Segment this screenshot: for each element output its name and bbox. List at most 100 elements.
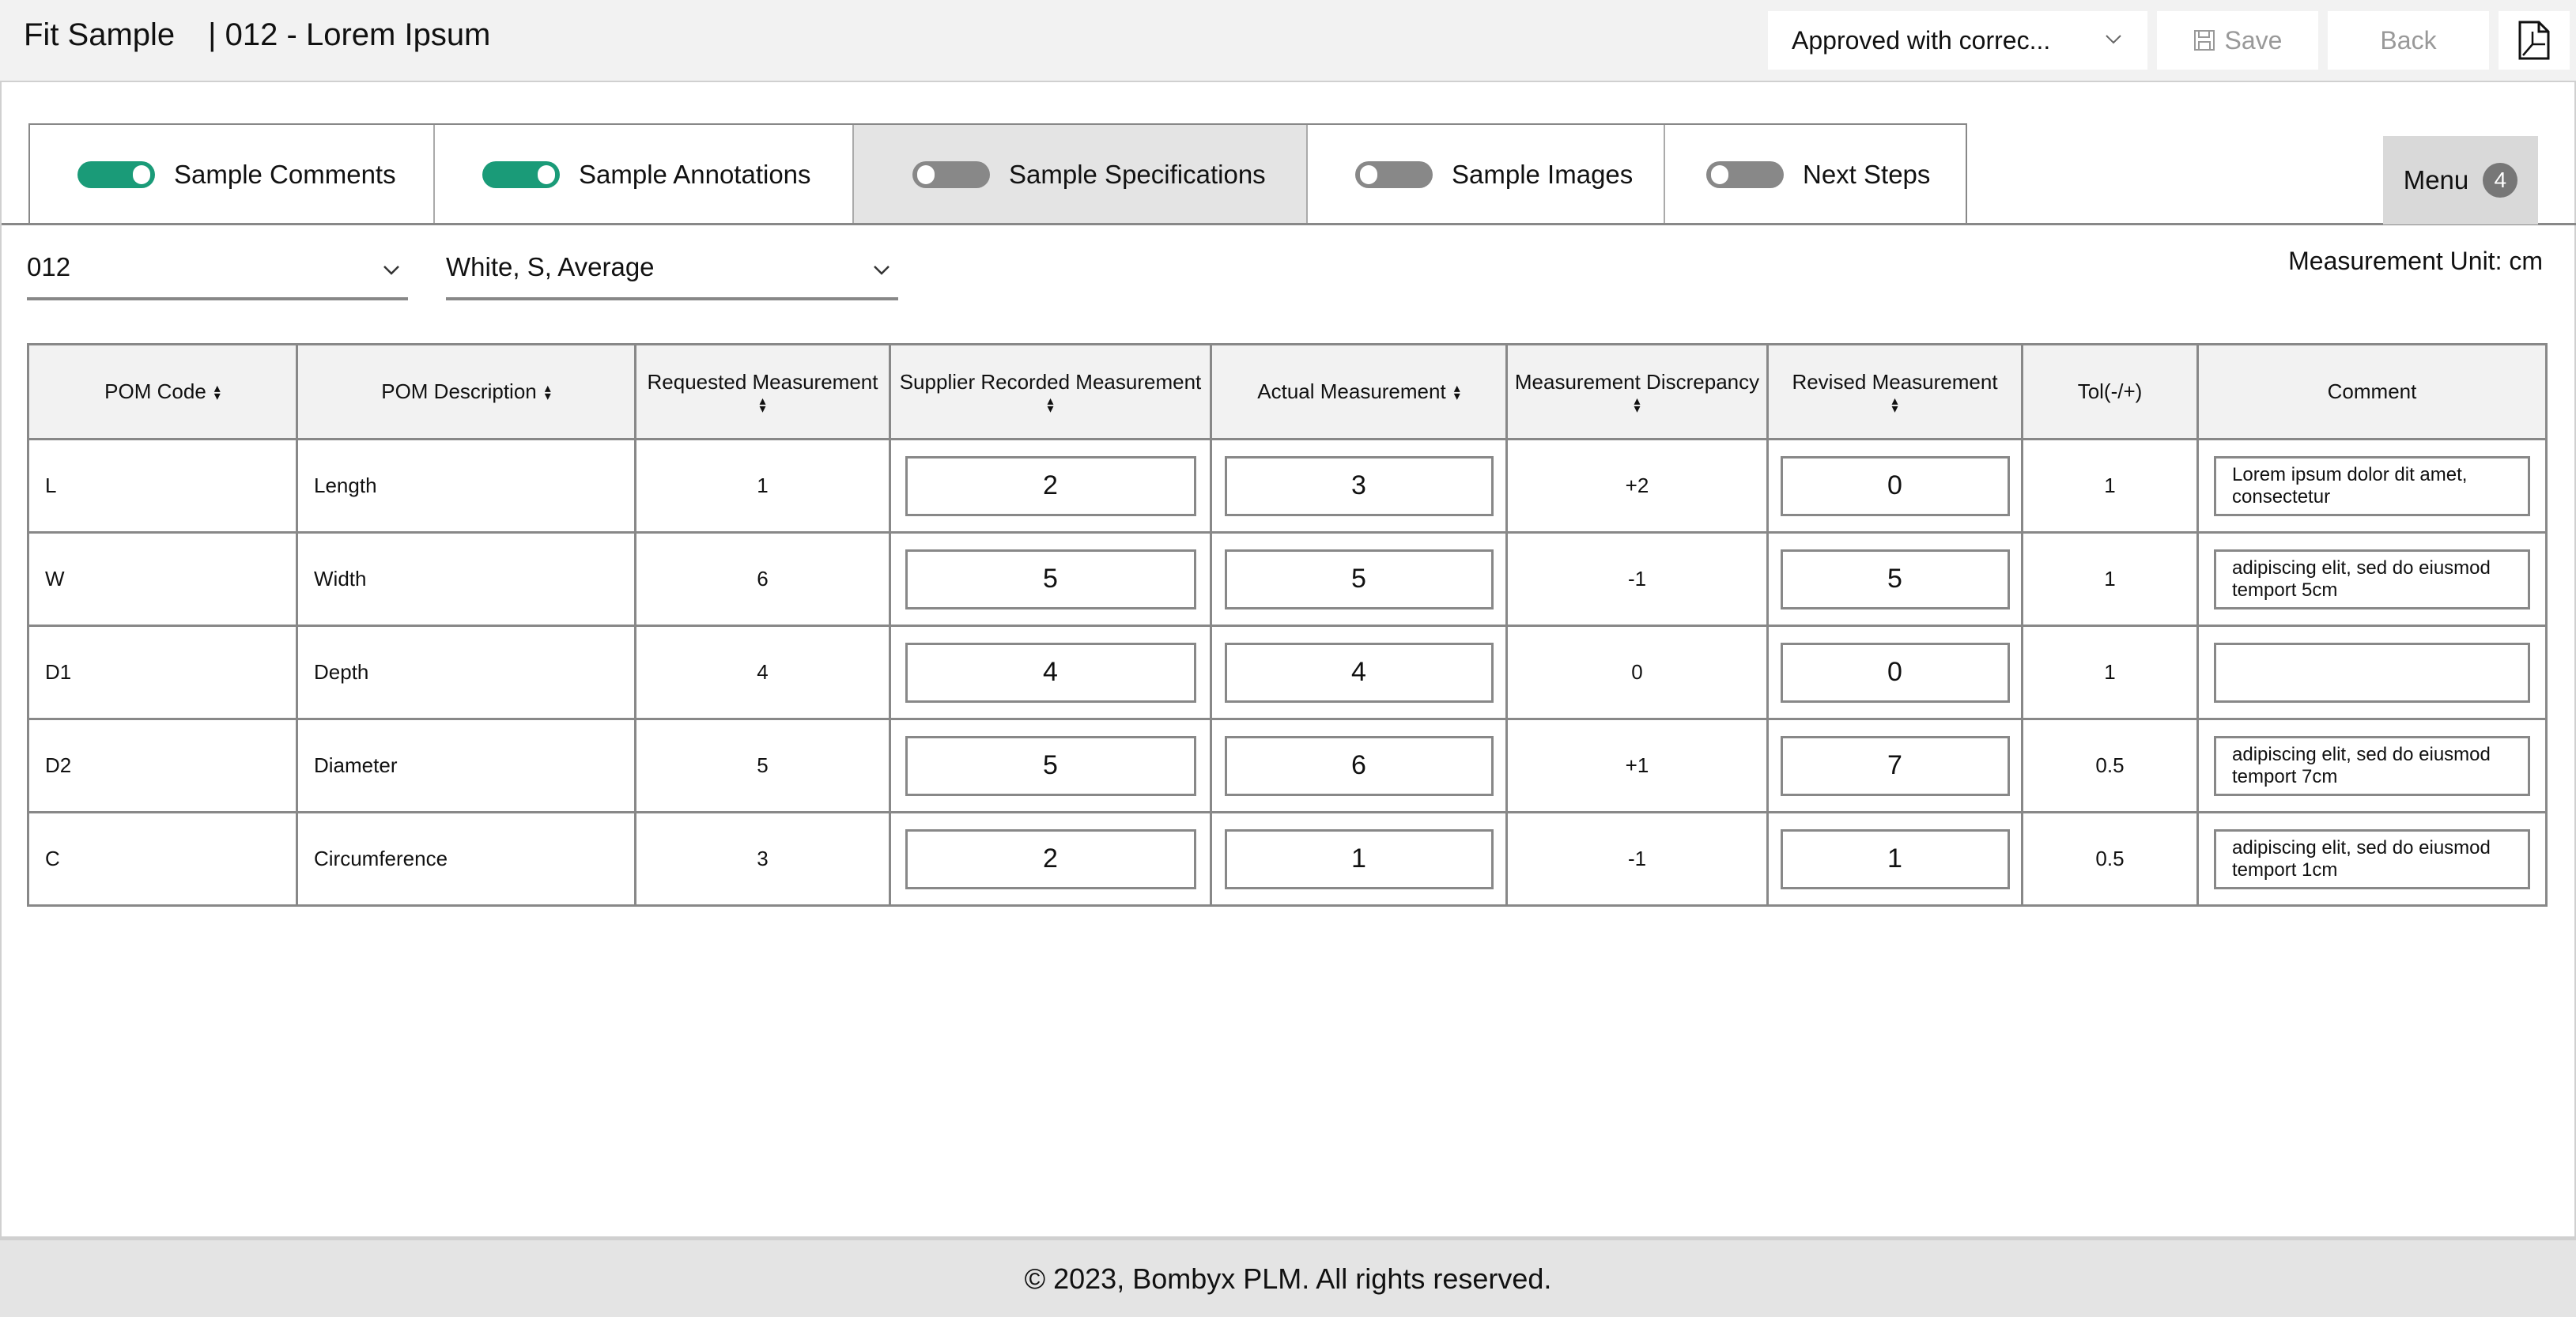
back-button-label: Back [2380, 25, 2437, 55]
actual-measurement-input[interactable]: 3 [1224, 455, 1494, 516]
revised-measurement-cell: 7 [1766, 718, 2023, 813]
pom-description-cell: Length [296, 438, 636, 534]
discrepancy-cell: 0 [1505, 625, 1769, 720]
tab-next-steps[interactable]: Next Steps [1665, 125, 1966, 225]
column-header-pom-code[interactable]: POM Code ▴ ▾ [27, 343, 298, 440]
sort-icon[interactable]: ▴ ▾ [545, 383, 551, 403]
supplier-measurement-cell: 5 [889, 531, 1212, 627]
pom-code-cell: W [27, 531, 298, 627]
sort-icon[interactable]: ▴ ▾ [1454, 383, 1460, 403]
column-header-tolerance: Tol(-/+) [2021, 343, 2199, 440]
actual-measurement-input[interactable]: 1 [1224, 828, 1494, 889]
revised-measurement-input[interactable]: 5 [1780, 549, 2010, 609]
comment-cell [2196, 625, 2548, 720]
revised-measurement-input[interactable]: 1 [1780, 828, 2010, 889]
sort-icon[interactable]: ▴ ▾ [1513, 395, 1762, 416]
supplier-measurement-cell: 5 [889, 718, 1212, 813]
sort-icon[interactable]: ▴ ▾ [214, 383, 221, 403]
comment-cell: adipiscing elit, sed do eiusmod temport … [2196, 531, 2548, 627]
variant-select-value: White, S, Average [446, 252, 655, 281]
revised-measurement-input[interactable]: 7 [1780, 735, 2010, 796]
pom-table: POM Code ▴ ▾ POM Description ▴ ▾ Requested M… [27, 343, 2548, 907]
column-header-actual[interactable]: Actual Measurement ▴ ▾ [1210, 343, 1508, 440]
actual-measurement-input[interactable]: 6 [1224, 735, 1494, 796]
supplier-measurement-input[interactable]: 5 [905, 735, 1196, 796]
supplier-measurement-input[interactable]: 2 [905, 828, 1196, 889]
comment-cell: adipiscing elit, sed do eiusmod temport … [2196, 718, 2548, 813]
tab-sample-specifications[interactable]: Sample Specifications [854, 125, 1308, 225]
requested-measurement-cell: 5 [634, 718, 891, 813]
supplier-measurement-input[interactable]: 5 [905, 549, 1196, 609]
column-header-pom-description[interactable]: POM Description ▴ ▾ [296, 343, 636, 440]
actual-measurement-input[interactable]: 4 [1224, 642, 1494, 703]
requested-measurement-cell: 6 [634, 531, 891, 627]
pom-code-cell: D2 [27, 718, 298, 813]
top-bar: Fit Sample | 012 - Lorem Ipsum Approved w… [0, 0, 2576, 81]
requested-measurement-cell: 4 [634, 625, 891, 720]
menu-button[interactable]: Menu 4 [2383, 136, 2538, 225]
status-select[interactable]: Approved with correc... [1768, 11, 2147, 70]
supplier-measurement-cell: 2 [889, 438, 1212, 534]
tab-sample-images[interactable]: Sample Images [1308, 125, 1665, 225]
tab-label: Sample Images [1452, 160, 1634, 189]
sample-select[interactable]: 012 [27, 237, 408, 300]
revised-measurement-cell: 5 [1766, 531, 2023, 627]
revised-measurement-input[interactable]: 0 [1780, 642, 2010, 703]
save-button[interactable]: Save [2157, 11, 2318, 70]
tolerance-cell: 0.5 [2021, 811, 2199, 907]
pdf-export-button[interactable] [2499, 11, 2570, 70]
tolerance-cell: 0.5 [2021, 718, 2199, 813]
discrepancy-cell: +2 [1505, 438, 1769, 534]
comment-input[interactable]: Lorem ipsum dolor dit amet, consectetur [2214, 455, 2530, 516]
comment-input[interactable] [2214, 642, 2530, 703]
sort-icon[interactable]: ▴ ▾ [896, 395, 1205, 416]
page-title-main: Fit Sample [24, 17, 176, 52]
tab-sample-annotations[interactable]: Sample Annotations [435, 125, 854, 225]
main-panel: Sample Comments Sample Annotations Sampl… [0, 81, 2576, 1238]
column-header-discrepancy[interactable]: Measurement Discrepancy ▴ ▾ [1505, 343, 1769, 440]
sort-icon[interactable]: ▴ ▾ [1773, 395, 2016, 416]
pom-code-cell: D1 [27, 625, 298, 720]
toggle-switch-off[interactable] [1355, 161, 1433, 188]
discrepancy-cell: -1 [1505, 531, 1769, 627]
tolerance-cell: 1 [2021, 438, 2199, 534]
actual-measurement-cell: 4 [1210, 625, 1508, 720]
pom-code-cell: L [27, 438, 298, 534]
comment-input[interactable]: adipiscing elit, sed do eiusmod temport … [2214, 735, 2530, 796]
sort-icon[interactable]: ▴ ▾ [641, 395, 884, 416]
footer: © 2023, Bombyx PLM. All rights reserved. [0, 1238, 2576, 1317]
revised-measurement-input[interactable]: 0 [1780, 455, 2010, 516]
tab-label: Next Steps [1803, 160, 1931, 189]
toggle-switch-off[interactable] [912, 161, 990, 188]
discrepancy-cell: +1 [1505, 718, 1769, 813]
tab-sample-comments[interactable]: Sample Comments [30, 125, 435, 225]
tabs-divider [2, 223, 2576, 225]
comment-input[interactable]: adipiscing elit, sed do eiusmod temport … [2214, 828, 2530, 889]
chevron-down-icon [874, 266, 890, 275]
column-header-supplier[interactable]: Supplier Recorded Measurement ▴ ▾ [889, 343, 1212, 440]
chevron-down-icon [383, 266, 399, 275]
requested-measurement-cell: 1 [634, 438, 891, 534]
actual-measurement-input[interactable]: 5 [1224, 549, 1494, 609]
column-header-revised[interactable]: Revised Measurement ▴ ▾ [1766, 343, 2023, 440]
comment-input[interactable]: adipiscing elit, sed do eiusmod temport … [2214, 549, 2530, 609]
revised-measurement-cell: 1 [1766, 811, 2023, 907]
column-header-requested[interactable]: Requested Measurement ▴ ▾ [634, 343, 891, 440]
discrepancy-cell: -1 [1505, 811, 1769, 907]
pom-code-cell: C [27, 811, 298, 907]
variant-select[interactable]: White, S, Average [446, 237, 898, 300]
toggle-switch-off[interactable] [1706, 161, 1784, 188]
table-row: W Width 6 5 5 -1 5 1 adipiscing elit, sed do eiu… [27, 531, 2548, 627]
column-header-comment: Comment [2196, 343, 2548, 440]
supplier-measurement-input[interactable]: 2 [905, 455, 1196, 516]
requested-measurement-cell: 3 [634, 811, 891, 907]
back-button[interactable]: Back [2328, 11, 2489, 70]
actual-measurement-cell: 5 [1210, 531, 1508, 627]
tab-label: Sample Comments [174, 160, 396, 189]
toggle-switch-on[interactable] [77, 161, 155, 188]
supplier-measurement-input[interactable]: 4 [905, 642, 1196, 703]
supplier-measurement-cell: 4 [889, 625, 1212, 720]
revised-measurement-cell: 0 [1766, 625, 2023, 720]
actual-measurement-cell: 3 [1210, 438, 1508, 534]
toggle-switch-on[interactable] [482, 161, 560, 188]
